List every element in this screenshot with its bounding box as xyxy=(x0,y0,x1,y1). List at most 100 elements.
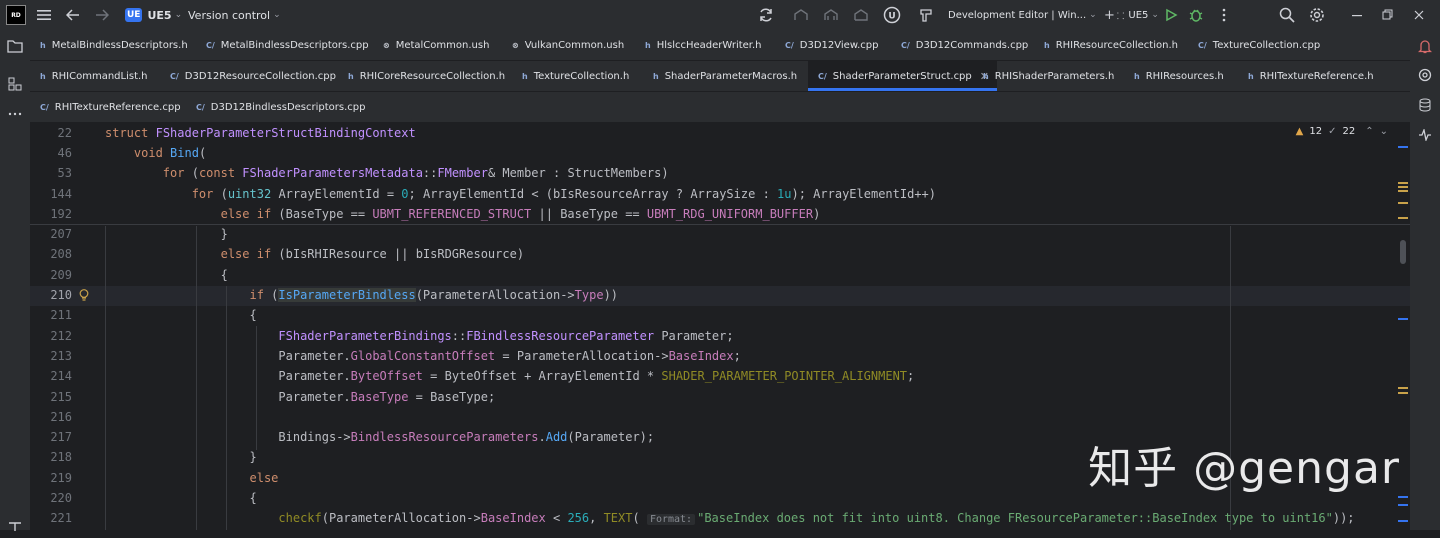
target-selector[interactable]: + ⸬ UE5 ⌄ xyxy=(1104,0,1159,30)
scroll-marker xyxy=(1398,146,1408,148)
tab-shaderparameterstruct-cpp[interactable]: C/ShaderParameterStruct.cpp ✕ xyxy=(808,61,997,91)
version-control-label: Version control xyxy=(188,8,271,22)
main-menu-icon[interactable] xyxy=(33,4,55,26)
tab-metalcommon-ush[interactable]: ⊗ MetalCommon.ush xyxy=(383,30,489,60)
tab-rhishaderparameters-h[interactable]: h RHIShaderParameters.h xyxy=(983,61,1114,91)
code-line: for (const FShaderParametersMetadata::FM… xyxy=(162,166,669,180)
blueprint-tools-icon[interactable] xyxy=(850,4,872,26)
tab-row-2: h RHICommandList.h C/D3D12ResourceCollect… xyxy=(30,61,1410,92)
line-number: 211 xyxy=(50,308,72,322)
scroll-marker xyxy=(1398,182,1408,184)
shader-file-icon: ⊗ xyxy=(512,40,519,50)
run-configuration-selector[interactable]: Development Editor | Win... ⌄ xyxy=(948,0,1097,30)
chevron-down-icon: ⌄ xyxy=(273,10,281,20)
ai-assistant-icon[interactable] xyxy=(1414,64,1436,86)
blueprint-icon[interactable] xyxy=(790,4,812,26)
scroll-marker xyxy=(1398,387,1408,389)
code-line: { xyxy=(105,268,228,282)
weak-warning-icon: ✓ xyxy=(1328,126,1337,137)
close-icon[interactable] xyxy=(1408,4,1430,26)
header-file-icon: h xyxy=(40,71,46,81)
warning-icon: ▲ xyxy=(1295,126,1304,137)
run-icon[interactable] xyxy=(1160,4,1182,26)
code-line: else if (BaseType == UBMT_REFERENCED_STR… xyxy=(220,207,821,221)
ide-logo-icon: RD xyxy=(6,5,26,25)
tab-label: RHITextureReference.h xyxy=(1259,70,1374,82)
tab-rhiresources-h[interactable]: h RHIResources.h xyxy=(1134,61,1224,91)
terminal-icon[interactable] xyxy=(4,516,26,538)
folder-icon[interactable] xyxy=(4,35,26,57)
line-number: 218 xyxy=(50,450,72,464)
more-options-icon[interactable] xyxy=(1213,4,1235,26)
chevron-up-icon[interactable]: ⌃ xyxy=(1365,126,1373,137)
left-tool-window-bar xyxy=(0,30,31,531)
tab-metalbindlessdescriptors-h[interactable]: h MetalBindlessDescriptors.h xyxy=(40,30,188,60)
tab-d3d12view-cpp[interactable]: C/D3D12View.cpp xyxy=(785,30,878,60)
scroll-marker xyxy=(1398,318,1408,320)
version-control-menu[interactable]: Version control ⌄ xyxy=(188,0,281,30)
lightbulb-icon[interactable] xyxy=(78,288,90,305)
build-config-icon[interactable] xyxy=(915,4,937,26)
project-selector[interactable]: UE UE5 ⌄ xyxy=(125,0,182,30)
settings-gear-icon[interactable] xyxy=(1306,4,1328,26)
tab-hlslccheaderwriter-h[interactable]: h HlslccHeaderWriter.h xyxy=(645,30,762,60)
tab-d3d12commands-cpp[interactable]: C/D3D12Commands.cpp xyxy=(901,30,1028,60)
tab-label: RHITextureReference.cpp xyxy=(54,101,181,113)
svg-text:U: U xyxy=(888,12,895,22)
line-number: 212 xyxy=(50,329,72,343)
blueprint-debug-icon[interactable] xyxy=(820,4,842,26)
code-line: void Bind( xyxy=(133,146,207,160)
structure-icon[interactable] xyxy=(4,73,26,95)
header-file-icon: h xyxy=(653,71,659,81)
tab-label: MetalBindlessDescriptors.cpp xyxy=(220,39,369,51)
notifications-bell-icon[interactable] xyxy=(1414,35,1436,57)
tab-shaderparametermacros-h[interactable]: h ShaderParameterMacros.h xyxy=(653,61,797,91)
tab-vulkancommon-ush[interactable]: ⊗ VulkanCommon.ush xyxy=(512,30,624,60)
tab-rhicommandlist-h[interactable]: h RHICommandList.h xyxy=(40,61,148,91)
restore-icon[interactable] xyxy=(1376,4,1398,26)
line-number: 221 xyxy=(50,511,72,525)
tab-label: ShaderParameterMacros.h xyxy=(664,70,798,82)
back-arrow-icon[interactable] xyxy=(62,4,84,26)
tab-d3d12resourcecollection-cpp[interactable]: C/D3D12ResourceCollection.cpp xyxy=(170,61,336,91)
line-number: 192 xyxy=(50,207,72,221)
more-tools-icon[interactable] xyxy=(4,103,26,125)
editor-tabs: h MetalBindlessDescriptors.h C/MetalBindl… xyxy=(30,30,1410,122)
tab-rhitexturereference-cpp[interactable]: C/RHITextureReference.cpp xyxy=(40,92,181,122)
minimize-icon[interactable] xyxy=(1346,4,1368,26)
tab-label: RHICoreResourceCollection.h xyxy=(359,70,506,82)
chevron-down-icon: ⌄ xyxy=(1089,10,1097,20)
tab-rhitexturereference-h[interactable]: h RHITextureReference.h xyxy=(1248,61,1374,91)
scroll-marker xyxy=(1398,504,1408,506)
database-icon[interactable] xyxy=(1414,94,1436,116)
tab-rhiresourcecollection-h[interactable]: h RHIResourceCollection.h xyxy=(1044,30,1178,60)
line-number-current: 210 xyxy=(50,288,72,302)
shader-file-icon: ⊗ xyxy=(383,40,390,50)
run-configuration-label: Development Editor | Win... xyxy=(948,9,1087,21)
tab-label: TextureCollection.h xyxy=(533,70,630,82)
inspection-widget[interactable]: ▲ 12 ✓ 22 ⌃ ⌄ xyxy=(1296,126,1388,137)
code-line: { xyxy=(105,491,257,505)
tab-label: MetalCommon.ush xyxy=(395,39,490,51)
tab-texturecollection-cpp[interactable]: C/TextureCollection.cpp xyxy=(1198,30,1320,60)
code-line: FShaderParameterBindings::FBindlessResou… xyxy=(278,329,734,343)
tab-d3d12bindlessdescriptors-cpp[interactable]: C/D3D12BindlessDescriptors.cpp xyxy=(196,92,366,122)
debug-icon[interactable] xyxy=(1185,4,1207,26)
line-number: 22 xyxy=(57,126,72,140)
tab-texturecollection-h[interactable]: h TextureCollection.h xyxy=(522,61,629,91)
code-line: Bindings->BindlessResourceParameters.Add… xyxy=(278,430,655,444)
code-line: Parameter.GlobalConstantOffset = Paramet… xyxy=(278,349,741,363)
profiler-icon[interactable] xyxy=(1414,124,1436,146)
unreal-engine-icon[interactable]: U xyxy=(881,4,903,26)
cpp-file-icon: C/ xyxy=(40,102,49,112)
scrollbar-thumb[interactable] xyxy=(1400,240,1406,264)
parameter-hint: Format: xyxy=(646,514,696,525)
tab-rhicoreresourcecollection-h[interactable]: h RHICoreResourceCollection.h xyxy=(348,61,505,91)
title-bar: RD UE UE5 ⌄ Version control ⌄ U Developm… xyxy=(0,0,1440,30)
chevron-down-icon[interactable]: ⌄ xyxy=(1380,126,1388,137)
sync-icon[interactable] xyxy=(755,4,777,26)
tab-label: HlslccHeaderWriter.h xyxy=(656,39,762,51)
forward-arrow-icon[interactable] xyxy=(91,4,113,26)
search-icon[interactable] xyxy=(1276,4,1298,26)
tab-metalbindlessdescriptors-cpp[interactable]: C/MetalBindlessDescriptors.cpp xyxy=(206,30,369,60)
